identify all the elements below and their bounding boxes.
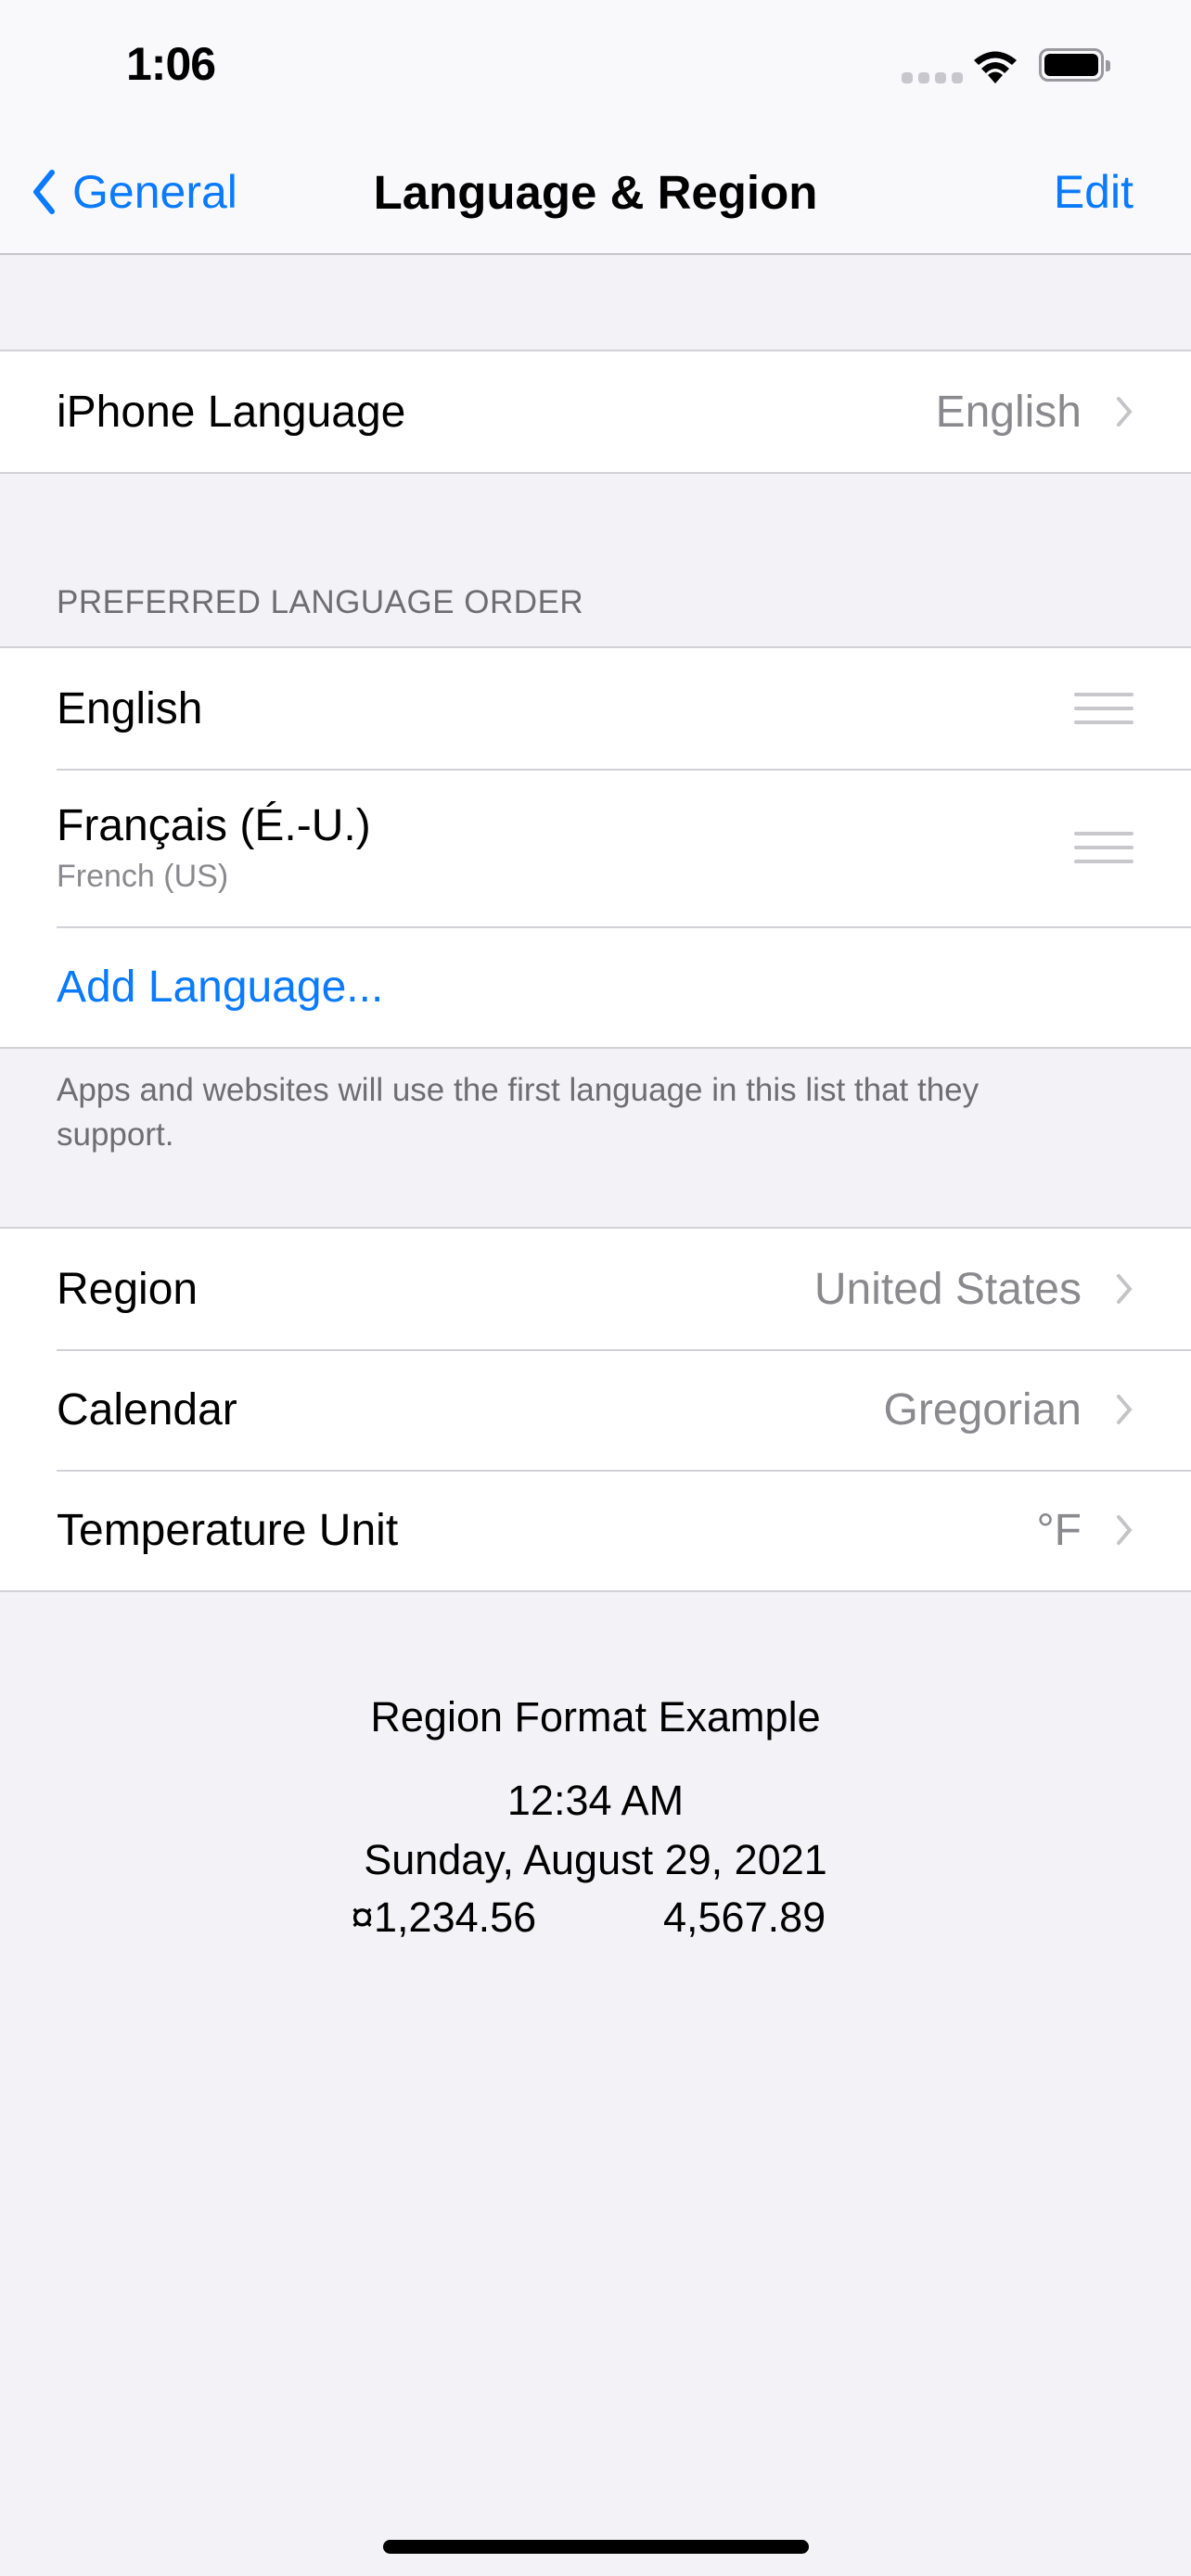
status-bar: 1:06	[0, 0, 1191, 130]
language-name: Français (É.-U.)	[57, 801, 371, 850]
row-label: Temperature Unit	[57, 1505, 399, 1555]
row-label: Calendar	[57, 1384, 237, 1435]
back-label: General	[72, 166, 237, 218]
chevron-right-icon	[1117, 1515, 1133, 1545]
preferred-language-group: English Français (É.-U.) French (US) Add…	[0, 646, 1191, 1049]
navigation-bar: General Language & Region Edit	[0, 130, 1191, 255]
add-language-button[interactable]: Add Language...	[0, 926, 1191, 1047]
reorder-handle-icon[interactable]	[1074, 832, 1133, 863]
chevron-left-icon	[33, 170, 55, 214]
region-format-date: Sunday, August 29, 2021	[364, 1836, 827, 1883]
wifi-icon	[974, 51, 1017, 83]
language-row-french[interactable]: Français (É.-U.) French (US)	[0, 769, 1191, 926]
row-value: Gregorian	[883, 1384, 1082, 1435]
reorder-handle-icon[interactable]	[1074, 693, 1133, 724]
region-format-number: 4,567.89	[663, 1894, 826, 1941]
row-label: Region	[57, 1264, 198, 1314]
region-settings-group: Region United States Calendar Gregorian …	[0, 1227, 1191, 1592]
chevron-right-icon	[1117, 1395, 1133, 1424]
row-value: English	[935, 387, 1082, 437]
battery-icon	[1039, 48, 1110, 82]
row-label: iPhone Language	[57, 387, 406, 437]
language-subtitle: French (US)	[57, 859, 229, 894]
iphone-language-row[interactable]: iPhone Language English	[0, 351, 1191, 472]
back-button[interactable]: General	[32, 165, 237, 219]
iphone-language-group: iPhone Language English	[0, 350, 1191, 474]
region-format-title: Region Format Example	[370, 1693, 821, 1741]
status-time: 1:06	[126, 38, 216, 90]
region-format-time: 12:34 AM	[506, 1777, 685, 1824]
row-value: United States	[813, 1264, 1082, 1314]
section-header-preferred: PREFERRED LANGUAGE ORDER	[57, 584, 584, 620]
cellular-signal-icon	[902, 72, 963, 83]
home-indicator[interactable]	[383, 2540, 809, 2554]
region-format-currency: ¤1,234.56	[351, 1894, 537, 1941]
chevron-right-icon	[1117, 397, 1133, 427]
section-footer: Apps and websites will use the first lan…	[57, 1072, 980, 1153]
add-language-label: Add Language...	[57, 962, 384, 1012]
chevron-right-icon	[1117, 1274, 1133, 1304]
language-name: English	[57, 683, 203, 733]
row-value: °F	[1036, 1505, 1082, 1555]
region-row[interactable]: Region United States	[0, 1229, 1191, 1349]
calendar-row[interactable]: Calendar Gregorian	[0, 1349, 1191, 1470]
language-row-english[interactable]: English	[0, 648, 1191, 769]
edit-button[interactable]: Edit	[1054, 165, 1133, 219]
temperature-unit-row[interactable]: Temperature Unit °F	[0, 1470, 1191, 1590]
